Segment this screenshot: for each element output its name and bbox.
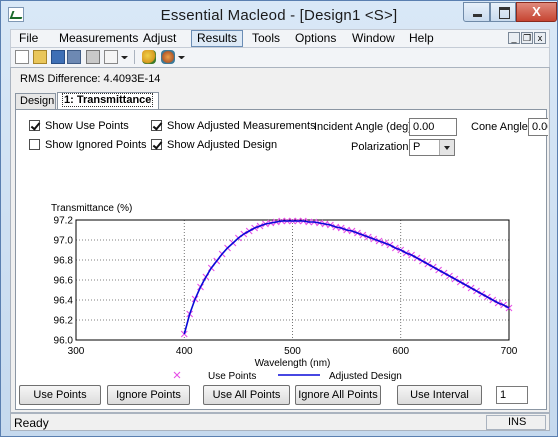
print-icon[interactable] — [86, 50, 100, 64]
y-tick-label: 97.0 — [54, 236, 74, 247]
use-all-points-button-label: Use All Points — [212, 389, 281, 401]
title-bar[interactable]: Essential Macleod - [Design1 <S>] X — [1, 1, 557, 29]
new-file-icon[interactable] — [15, 50, 29, 64]
mdi-controls: _ ❐ x — [507, 32, 546, 44]
chart-series — [180, 217, 513, 338]
show-use-points-checkbox[interactable]: Show Use Points — [29, 120, 129, 132]
menu-window[interactable]: Window — [351, 31, 396, 47]
y-tick-label: 96.2 — [54, 316, 74, 327]
x-tick-label: 700 — [501, 346, 518, 357]
rms-difference: RMS Difference: 4.4093E-14 — [20, 73, 161, 85]
menu-tools[interactable]: Tools — [251, 31, 281, 47]
legend-use-points-marker — [173, 371, 181, 379]
checkbox-checked-icon — [151, 139, 162, 150]
tab-transmittance[interactable]: 1: Transmittance — [57, 92, 159, 109]
menu-help[interactable]: Help — [408, 31, 435, 47]
chevron-down-icon[interactable] — [178, 56, 185, 60]
cone-angle-label: Cone Angle — [471, 121, 528, 133]
y-tick-label: 96.0 — [54, 336, 74, 347]
mdi-minimize-button[interactable]: _ — [508, 32, 520, 44]
document-area: RMS Difference: 4.4093E-14 Design 1: Tra… — [10, 67, 550, 413]
use-interval-button-label: Use Interval — [410, 389, 469, 401]
chart-svg: 96.0 96.2 96.4 96.6 96.8 97.0 97.2 300 400 500 600… — [54, 216, 518, 383]
menu-bar: File Measurements Adjust Results Tools O… — [10, 29, 550, 48]
open-folder-icon[interactable] — [33, 50, 47, 64]
y-tick-label: 96.4 — [54, 296, 74, 307]
minimize-button[interactable] — [463, 2, 490, 22]
show-ignored-points-checkbox[interactable]: Show Ignored Points — [29, 139, 147, 151]
show-adjusted-measurements-label: Show Adjusted Measurements — [167, 120, 316, 132]
x-axis-title: Wavelength (nm) — [255, 358, 331, 369]
close-icon: X — [532, 4, 541, 19]
close-button[interactable]: X — [516, 2, 557, 22]
show-adjusted-measurements-checkbox[interactable]: Show Adjusted Measurements — [151, 120, 316, 132]
chart-axes: 96.0 96.2 96.4 96.6 96.8 97.0 97.2 300 400 500 600… — [54, 216, 518, 370]
polarization-select[interactable]: P — [409, 139, 455, 156]
status-text: Ready — [14, 416, 49, 430]
menu-results[interactable]: Results — [191, 30, 244, 47]
polarization-label: Polarization — [351, 141, 409, 153]
tab-design[interactable]: Design — [15, 93, 56, 109]
print-preview-icon[interactable] — [104, 50, 118, 64]
ignore-all-points-button[interactable]: Ignore All Points — [295, 385, 381, 405]
app-window: Essential Macleod - [Design1 <S>] X File… — [0, 0, 558, 437]
menu-options[interactable]: Options — [294, 31, 337, 47]
ignore-points-button-label: Ignore Points — [116, 389, 181, 401]
use-all-points-button[interactable]: Use All Points — [203, 385, 290, 405]
legend-use-points-label: Use Points — [208, 371, 256, 382]
y-tick-label: 97.2 — [54, 216, 74, 227]
y-tick-label: 96.6 — [54, 276, 74, 287]
chevron-down-icon[interactable] — [121, 56, 128, 60]
cone-angle-input[interactable]: 0.00 — [528, 118, 548, 136]
x-tick-label: 600 — [392, 346, 409, 357]
use-interval-button[interactable]: Use Interval — [397, 385, 482, 405]
save-all-icon[interactable] — [67, 50, 81, 64]
ignore-points-button[interactable]: Ignore Points — [107, 385, 190, 405]
adjusted-design-line — [183, 220, 510, 335]
menu-adjust[interactable]: Adjust — [142, 31, 177, 47]
optimize-icon[interactable] — [161, 50, 175, 64]
checkbox-checked-icon — [151, 120, 162, 131]
maximize-button[interactable] — [490, 2, 516, 22]
use-points-button[interactable]: Use Points — [19, 385, 101, 405]
x-tick-label: 500 — [284, 346, 301, 357]
status-ins-indicator: INS — [486, 415, 546, 430]
mdi-restore-button[interactable]: ❐ — [521, 32, 533, 44]
chart-grid — [76, 220, 509, 340]
menu-measurements[interactable]: Measurements — [58, 31, 139, 47]
show-adjusted-design-checkbox[interactable]: Show Adjusted Design — [151, 139, 277, 151]
ignore-all-points-button-label: Ignore All Points — [298, 389, 378, 401]
x-tick-label: 300 — [68, 346, 85, 357]
interval-input[interactable]: 1 — [496, 386, 528, 404]
mdi-close-button[interactable]: x — [534, 32, 546, 44]
toolbar — [10, 48, 550, 67]
transmittance-chart: 96.0 96.2 96.4 96.6 96.8 97.0 97.2 300 400 500 600… — [16, 180, 546, 410]
chart-legend: Use Points Adjusted Design — [173, 371, 402, 382]
tab-transmittance-label: 1: Transmittance — [62, 93, 154, 107]
checkbox-unchecked-icon — [29, 139, 40, 150]
use-points-button-label: Use Points — [33, 389, 87, 401]
toolbar-separator — [134, 50, 135, 64]
checkbox-checked-icon — [29, 120, 40, 131]
transmittance-panel: Show Use Points Show Ignored Points Show… — [15, 109, 548, 410]
menu-file[interactable]: File — [18, 31, 39, 47]
status-bar: Ready INS — [10, 413, 550, 431]
y-tick-label: 96.8 — [54, 256, 74, 267]
legend-adjusted-design-label: Adjusted Design — [329, 371, 402, 382]
y-axis-title: Transmittance (%) — [51, 203, 133, 214]
x-tick-label: 400 — [176, 346, 193, 357]
polarization-value: P — [413, 141, 421, 153]
show-adjusted-design-label: Show Adjusted Design — [167, 139, 278, 151]
save-icon[interactable] — [51, 50, 65, 64]
incident-angle-label: Incident Angle (deg) — [314, 121, 412, 133]
show-ignored-points-label: Show Ignored Points — [45, 139, 147, 151]
incident-angle-input[interactable]: 0.00 — [409, 118, 457, 136]
calculate-icon[interactable] — [142, 50, 156, 64]
show-use-points-label: Show Use Points — [45, 120, 129, 132]
chevron-down-icon[interactable] — [439, 140, 454, 155]
